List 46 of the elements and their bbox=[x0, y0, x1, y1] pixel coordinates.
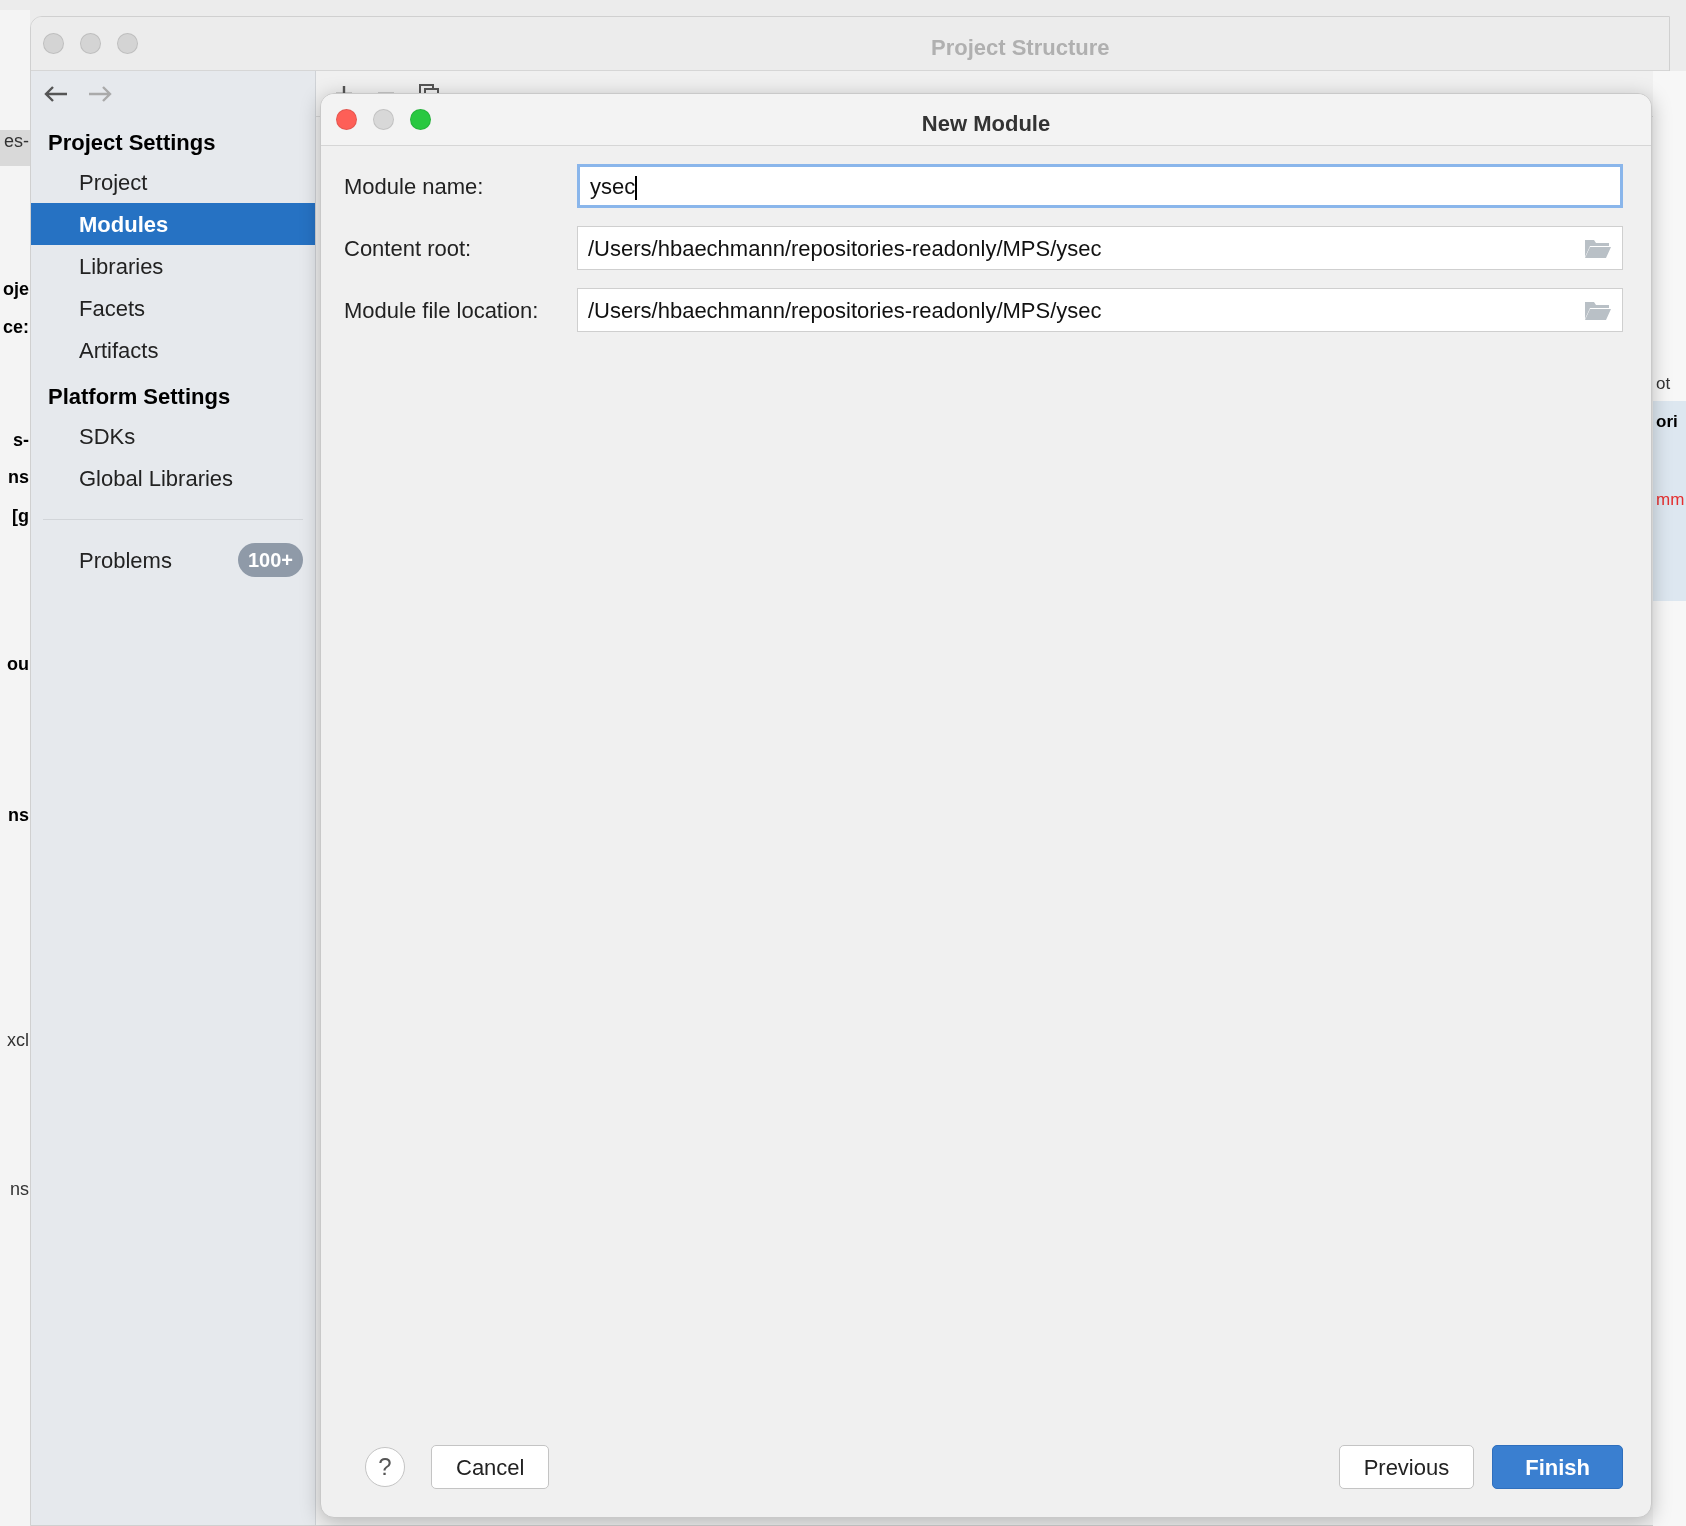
sidebar-item[interactable]: Global Libraries bbox=[31, 457, 315, 499]
sidebar-item[interactable]: Facets bbox=[31, 287, 315, 329]
field-label: Module file location: bbox=[344, 296, 540, 325]
input-field[interactable]: ysec bbox=[577, 164, 1623, 208]
window-title: Project Structure bbox=[931, 34, 1110, 62]
minimize-button[interactable] bbox=[373, 109, 394, 130]
text-fragment: ou bbox=[7, 653, 29, 676]
text-fragment: oje bbox=[3, 278, 29, 301]
section-heading: Project Settings bbox=[47, 128, 217, 157]
text-fragment: xcl bbox=[7, 1029, 29, 1052]
close-button[interactable] bbox=[43, 33, 64, 54]
input-field[interactable]: /Users/hbaechmann/repositories-readonly/MPS/ysec bbox=[577, 226, 1623, 270]
text-fragment: s- bbox=[13, 429, 29, 452]
sidebar-item[interactable]: Artifacts bbox=[31, 329, 315, 371]
text-fragment: [g bbox=[12, 505, 29, 528]
help-button[interactable]: ? bbox=[365, 1447, 405, 1487]
close-button[interactable] bbox=[336, 109, 357, 130]
zoom-button[interactable] bbox=[117, 33, 138, 54]
back-arrow-icon[interactable] bbox=[43, 85, 69, 103]
count-badge: 100+ bbox=[237, 543, 303, 577]
minimize-button[interactable] bbox=[80, 33, 101, 54]
input-field[interactable]: /Users/hbaechmann/repositories-readonly/MPS/ysec bbox=[577, 288, 1623, 332]
forward-arrow-icon[interactable] bbox=[87, 85, 113, 103]
sidebar-item[interactable]: Project bbox=[31, 161, 315, 203]
dialog-button[interactable]: Cancel bbox=[431, 1445, 550, 1489]
zoom-button[interactable] bbox=[410, 109, 431, 130]
text-fragment: es- bbox=[4, 130, 29, 153]
text-fragment: ori bbox=[1656, 411, 1678, 433]
field-label: Content root: bbox=[344, 234, 473, 263]
text-fragment: ns bbox=[10, 1178, 29, 1201]
problems-item[interactable]: Problems 100+ bbox=[31, 538, 315, 582]
dialog-title: New Module bbox=[921, 110, 1051, 138]
sidebar-item[interactable]: SDKs bbox=[31, 415, 315, 457]
text-fragment: ot bbox=[1656, 373, 1671, 395]
text-fragment: ns bbox=[8, 466, 29, 489]
folder-icon[interactable] bbox=[1584, 237, 1612, 259]
text-fragment: ns bbox=[8, 804, 29, 827]
section-heading: Platform Settings bbox=[47, 382, 232, 411]
text-fragment: ce: bbox=[3, 316, 29, 339]
sidebar-item[interactable]: Libraries bbox=[31, 245, 315, 287]
dialog-button[interactable]: Previous bbox=[1338, 1445, 1475, 1489]
text-fragment: mm bbox=[1656, 489, 1685, 511]
field-label: Module name: bbox=[344, 172, 485, 201]
dialog-button[interactable]: Finish bbox=[1492, 1445, 1623, 1489]
folder-icon[interactable] bbox=[1584, 299, 1612, 321]
sidebar-item[interactable]: Modules bbox=[31, 203, 315, 245]
